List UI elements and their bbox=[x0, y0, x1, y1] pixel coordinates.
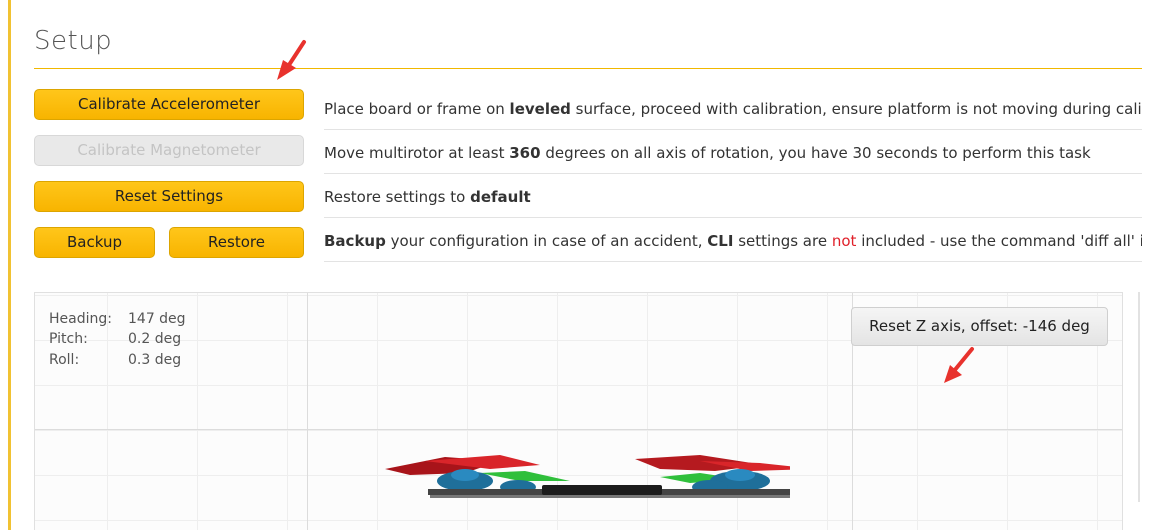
reset-settings-button[interactable]: Reset Settings bbox=[34, 181, 304, 212]
accelerometer-description: Place board or frame on leveled surface,… bbox=[324, 100, 1142, 118]
left-accent-bar bbox=[8, 0, 11, 530]
backup-description: Backup your configuration in case of an … bbox=[324, 232, 1142, 250]
row-divider bbox=[324, 261, 1142, 262]
title-divider bbox=[34, 68, 1142, 69]
page-title: Setup bbox=[34, 26, 113, 56]
restore-button[interactable]: Restore bbox=[169, 227, 304, 258]
reset-description: Restore settings to default bbox=[324, 188, 531, 206]
heading-readout: Heading: 147 deg bbox=[49, 311, 186, 327]
panel-scrollbar[interactable] bbox=[1138, 292, 1140, 502]
magnetometer-description: Move multirotor at least 360 degrees on … bbox=[324, 144, 1091, 162]
row-divider bbox=[324, 129, 1142, 130]
grid-line bbox=[307, 293, 308, 530]
grid-line bbox=[35, 429, 1122, 430]
pitch-readout: Pitch: 0.2 deg bbox=[49, 331, 182, 347]
annotation-arrow-icon bbox=[944, 347, 974, 383]
roll-readout: Roll: 0.3 deg bbox=[49, 352, 182, 368]
calibrate-magnetometer-button[interactable]: Calibrate Magnetometer bbox=[34, 135, 304, 166]
backup-button[interactable]: Backup bbox=[34, 227, 155, 258]
row-divider bbox=[324, 217, 1142, 218]
annotation-arrow-icon bbox=[277, 40, 306, 80]
row-divider bbox=[324, 173, 1142, 174]
reset-z-axis-button[interactable]: Reset Z axis, offset: -146 deg bbox=[851, 307, 1108, 346]
quadcopter-model bbox=[385, 455, 790, 498]
calibrate-accelerometer-button[interactable]: Calibrate Accelerometer bbox=[34, 89, 304, 120]
